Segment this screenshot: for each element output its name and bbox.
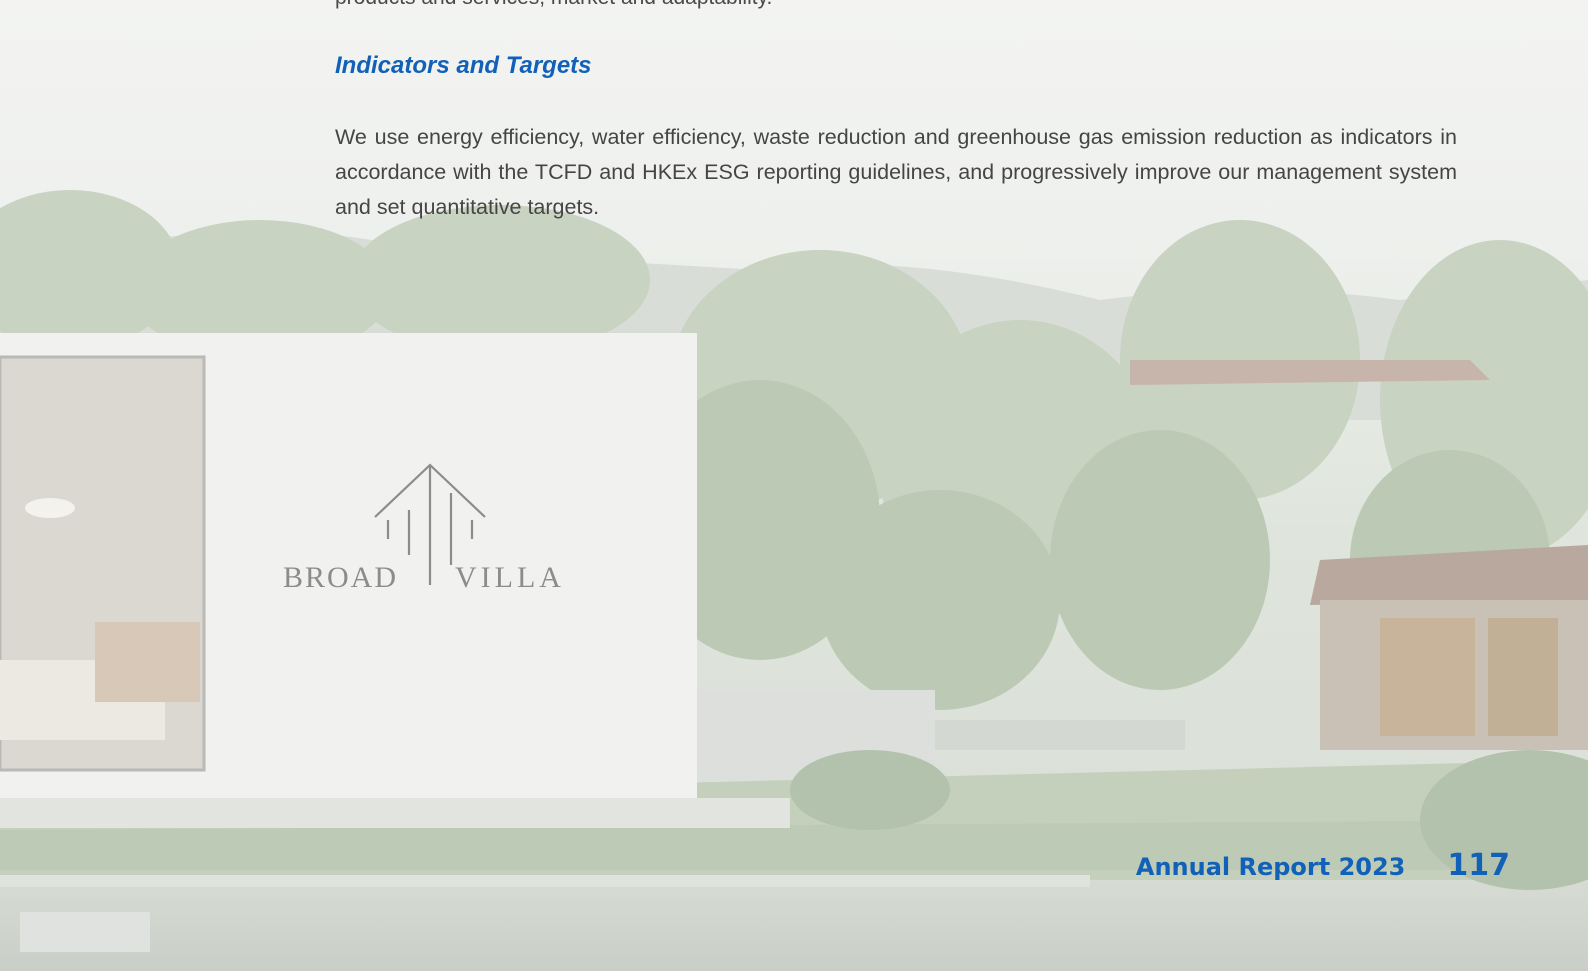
- report-title: Annual Report 2023: [1135, 853, 1406, 881]
- body-paragraph: We use energy efficiency, water efficien…: [335, 125, 1457, 219]
- section-heading: Indicators and Targets: [335, 52, 592, 79]
- broad-villa-logo: BROAD VILLA: [283, 463, 565, 594]
- page-footer: Annual Report 2023 117: [1136, 848, 1510, 883]
- page-number: 117: [1447, 848, 1510, 883]
- logo-word-left: BROAD: [283, 561, 398, 594]
- previous-paragraph-tail: products and services, market and adapta…: [335, 0, 772, 10]
- logo-word-right: VILLA: [455, 561, 565, 594]
